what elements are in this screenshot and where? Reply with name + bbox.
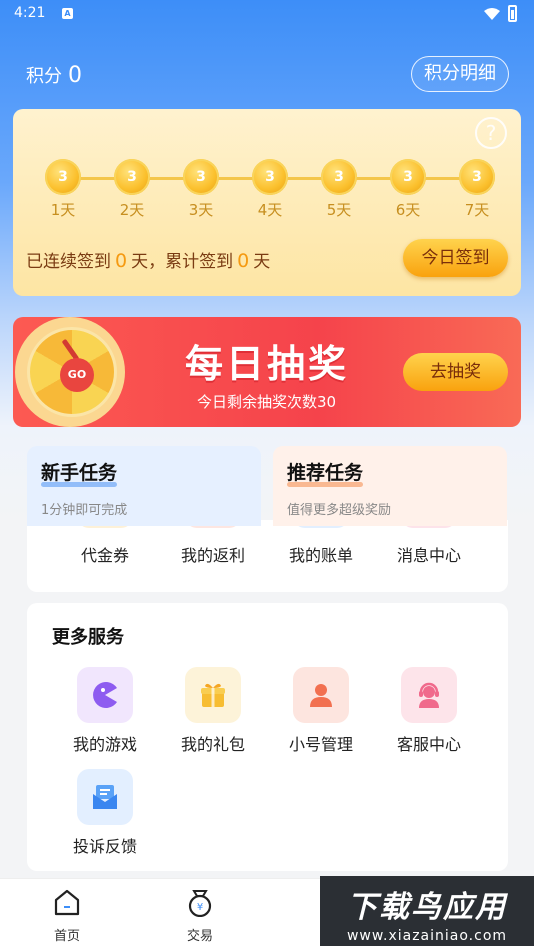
notification-icon: A [62, 8, 73, 19]
signin-day-label: 7天 [464, 201, 490, 219]
lottery-button[interactable]: 去抽奖 [403, 353, 508, 391]
recommend-task-card[interactable]: 推荐任务 值得更多超级奖励 [273, 446, 507, 526]
recommend-task-title: 推荐任务 [287, 458, 364, 487]
newbie-task-title: 新手任务 [41, 458, 118, 487]
watermark-url: www.xiazainiao.com [346, 928, 508, 944]
service-feedback[interactable]: 投诉反馈 [51, 769, 159, 857]
service-label: 投诉反馈 [72, 837, 137, 856]
signin-day: 3 1天 [43, 159, 83, 220]
gift-icon [185, 667, 241, 723]
streak-days: 0 [115, 250, 128, 272]
recommend-task-subtitle: 值得更多超级奖励 [287, 503, 392, 518]
signin-day: 3 3天 [181, 159, 221, 220]
streak-unit: 天， [131, 252, 166, 272]
battery-icon [508, 5, 517, 22]
signin-day: 3 2天 [112, 159, 152, 220]
trade-bag-icon: ¥ [188, 890, 212, 918]
wheel-go-label: GO [60, 358, 94, 392]
signin-day: 3 6天 [388, 159, 428, 220]
points-summary: 积分 0 [26, 62, 82, 88]
coin-icon: 3 [45, 159, 81, 195]
signin-day-label: 3天 [188, 201, 214, 219]
coin-icon: 3 [252, 159, 288, 195]
signin-day-label: 4天 [257, 201, 283, 219]
points-label: 积分 [26, 66, 62, 87]
wallet-item-label: 我的返利 [180, 546, 245, 565]
signin-day-label: 1天 [50, 201, 76, 219]
coin-icon: 3 [114, 159, 150, 195]
checkin-button[interactable]: 今日签到 [403, 239, 508, 277]
status-bar: 4:21 A [0, 0, 534, 28]
service-sub-account[interactable]: 小号管理 [267, 667, 375, 755]
signin-days: 3 1天 3 2天 3 3天 3 4天 3 5天 3 6天 3 7天 [43, 159, 495, 229]
signin-card: ? 3 1天 3 2天 3 3天 3 4天 3 5天 3 6天 3 7天 已连续签到 0 天，累计… [13, 109, 521, 296]
support-icon [401, 667, 457, 723]
signin-day: 3 4天 [250, 159, 290, 220]
signin-day-label: 2天 [119, 201, 145, 219]
newbie-task-subtitle: 1分钟即可完成 [41, 503, 128, 518]
service-my-games[interactable]: 我的游戏 [51, 667, 159, 755]
svg-text:¥: ¥ [197, 902, 203, 913]
lottery-remaining: 今日剩余抽奖次数30 [197, 393, 337, 411]
total-unit: 天 [253, 252, 271, 272]
streak-prefix: 已连续签到 [26, 252, 111, 272]
total-days: 0 [237, 250, 250, 272]
feedback-icon [77, 769, 133, 825]
wallet-item-label: 消息中心 [396, 546, 461, 565]
points-value: 0 [68, 63, 82, 88]
signin-day: 3 5天 [319, 159, 359, 220]
wallet-item-label: 我的账单 [288, 546, 353, 565]
help-icon[interactable]: ? [475, 117, 507, 149]
coin-icon: 3 [390, 159, 426, 195]
newbie-task-card[interactable]: 新手任务 1分钟即可完成 [27, 446, 261, 526]
coin-icon: 3 [321, 159, 357, 195]
signin-streak-text: 已连续签到 0 天，累计签到 0 天 [26, 247, 270, 272]
wallet-card: 代金券 我的返利 我的账单 消息中心 [27, 504, 508, 592]
signin-day-label: 5天 [326, 201, 352, 219]
wifi-icon [484, 8, 500, 20]
wallet-item-label: 代金券 [80, 546, 129, 565]
site-watermark: 下载鸟应用 www.xiazainiao.com [320, 876, 534, 946]
wheel-disc: GO [27, 327, 117, 417]
daily-lottery-banner[interactable]: GO 每日抽奖 今日剩余抽奖次数30 去抽奖 [13, 317, 521, 427]
more-services-title: 更多服务 [52, 627, 124, 648]
service-label: 小号管理 [288, 735, 353, 754]
tab-label: 交易 [186, 929, 213, 944]
watermark-title: 下载鸟应用 [347, 890, 507, 925]
status-time: 4:21 [14, 5, 46, 21]
account-icon [293, 667, 349, 723]
tab-home[interactable]: 首页 [27, 887, 107, 944]
game-icon [77, 667, 133, 723]
more-services-card: 更多服务 我的游戏 我的礼包 小号管理 客服中心 投诉反馈 [27, 603, 508, 871]
total-prefix: 累计签到 [165, 252, 234, 272]
tab-label: 首页 [53, 929, 80, 944]
signin-day-label: 6天 [395, 201, 421, 219]
home-icon [54, 889, 80, 916]
tab-trade[interactable]: ¥ 交易 [160, 887, 240, 944]
points-detail-button[interactable]: 积分明细 [411, 56, 509, 92]
service-label: 客服中心 [396, 735, 461, 754]
service-customer-support[interactable]: 客服中心 [375, 667, 483, 755]
coin-icon: 3 [459, 159, 495, 195]
service-label: 我的游戏 [72, 735, 137, 754]
signin-day: 3 7天 [457, 159, 497, 220]
service-label: 我的礼包 [180, 735, 245, 754]
lottery-title: 每日抽奖 [185, 342, 350, 386]
service-my-gifts[interactable]: 我的礼包 [159, 667, 267, 755]
lottery-wheel-icon: GO [15, 317, 125, 427]
coin-icon: 3 [183, 159, 219, 195]
